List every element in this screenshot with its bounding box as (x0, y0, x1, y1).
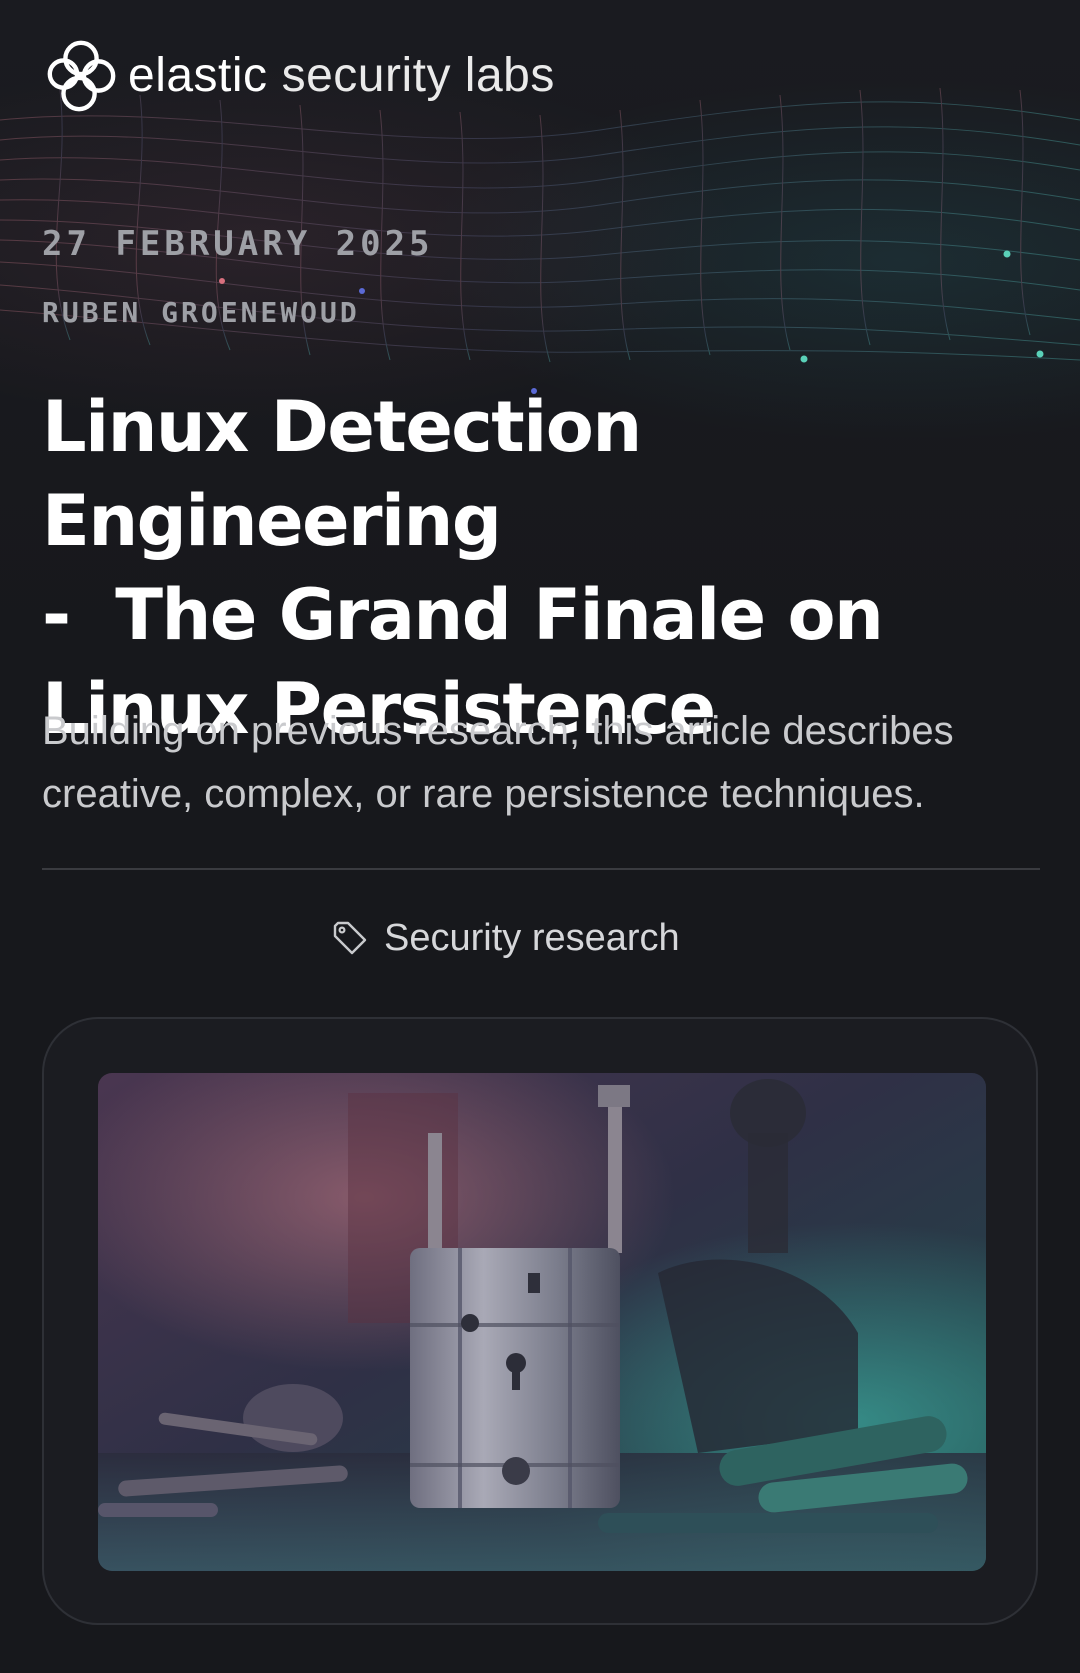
brand-secondary: security labs (281, 49, 555, 102)
site-header[interactable]: elastic security labs (42, 36, 555, 116)
hero-card[interactable] (42, 1017, 1038, 1625)
tag-label: Security research (384, 916, 680, 959)
brand-wordmark: elastic security labs (128, 52, 555, 100)
elastic-logo-icon (47, 40, 116, 112)
title-line: - The Grand Finale on (42, 574, 884, 656)
brand-primary: elastic (128, 49, 268, 102)
author-name[interactable]: RUBEN GROENEWOUD (42, 296, 360, 329)
tag-icon (333, 921, 367, 955)
hero-image[interactable] (98, 1073, 986, 1571)
hero-image-illustration (98, 1073, 986, 1571)
divider (42, 868, 1040, 870)
tag-link[interactable]: Security research (330, 912, 680, 964)
publish-date: 27 FEBRUARY 2025 (42, 224, 434, 264)
article-subtitle: Building on previous research, this arti… (42, 709, 954, 816)
title-line: Linux Detection Engineering (42, 386, 642, 562)
